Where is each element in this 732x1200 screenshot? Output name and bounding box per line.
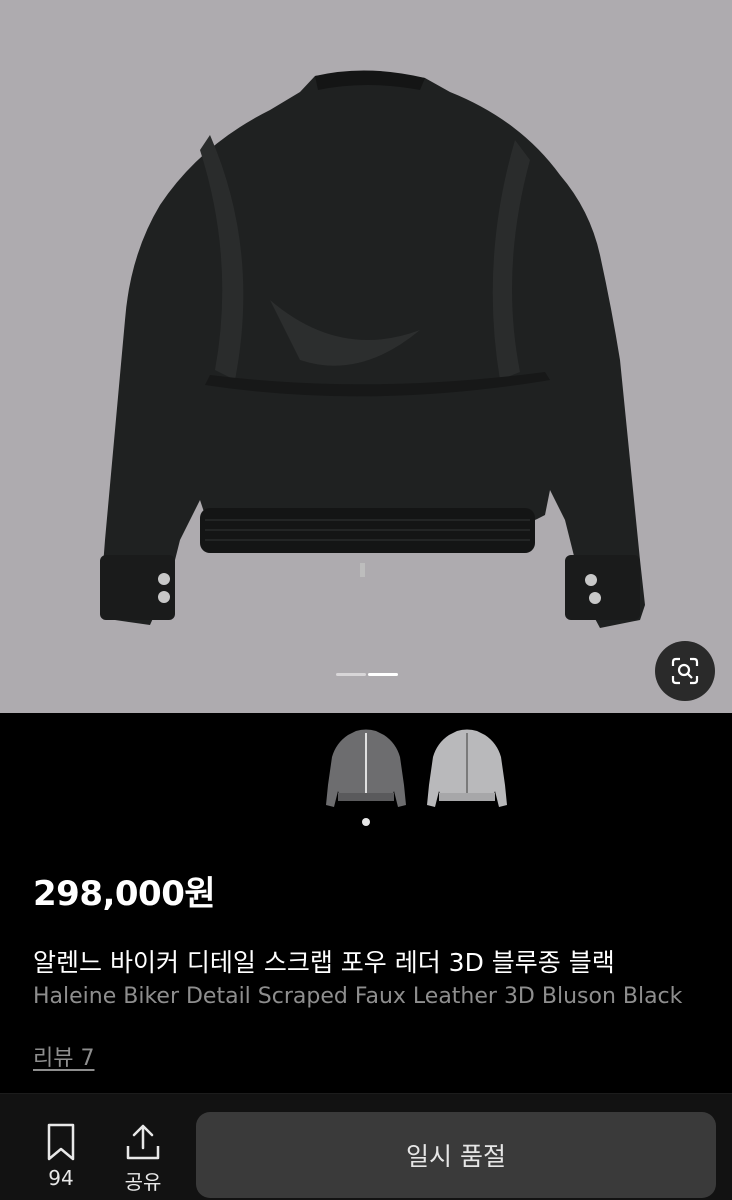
lens-search-icon — [671, 657, 699, 685]
bookmark-count: 94 — [48, 1166, 74, 1190]
review-link[interactable]: 리뷰 7 — [33, 1040, 94, 1072]
gray-jacket-thumbnail[interactable] — [324, 725, 408, 813]
product-name-korean: 알렌느 바이커 디테일 스크랩 포우 레더 3D 블루종 블랙 — [33, 948, 615, 977]
product-image-gallery[interactable] — [0, 0, 732, 713]
selected-thumbnail-indicator — [362, 818, 370, 826]
color-thumbnails — [0, 725, 732, 815]
lens-search-button[interactable] — [655, 641, 715, 701]
product-name-english: Haleine Biker Detail Scraped Faux Leathe… — [33, 984, 683, 1009]
pager-dot-active — [368, 673, 398, 676]
product-photo — [100, 70, 645, 628]
share-label: 공유 — [124, 1170, 162, 1194]
bookmark-icon — [47, 1123, 75, 1161]
share-button[interactable]: 공유 — [108, 1122, 178, 1195]
sold-out-button[interactable]: 일시 품절 — [196, 1112, 716, 1198]
share-icon — [126, 1124, 160, 1160]
product-price: 298,000원 — [33, 874, 216, 914]
light-gray-jacket-thumbnail[interactable] — [425, 725, 509, 813]
pager-dot — [336, 673, 366, 676]
gallery-pager — [336, 673, 398, 676]
bottom-action-bar: 94 공유 일시 품절 — [0, 1093, 732, 1200]
bookmark-button[interactable]: 94 — [26, 1122, 96, 1190]
